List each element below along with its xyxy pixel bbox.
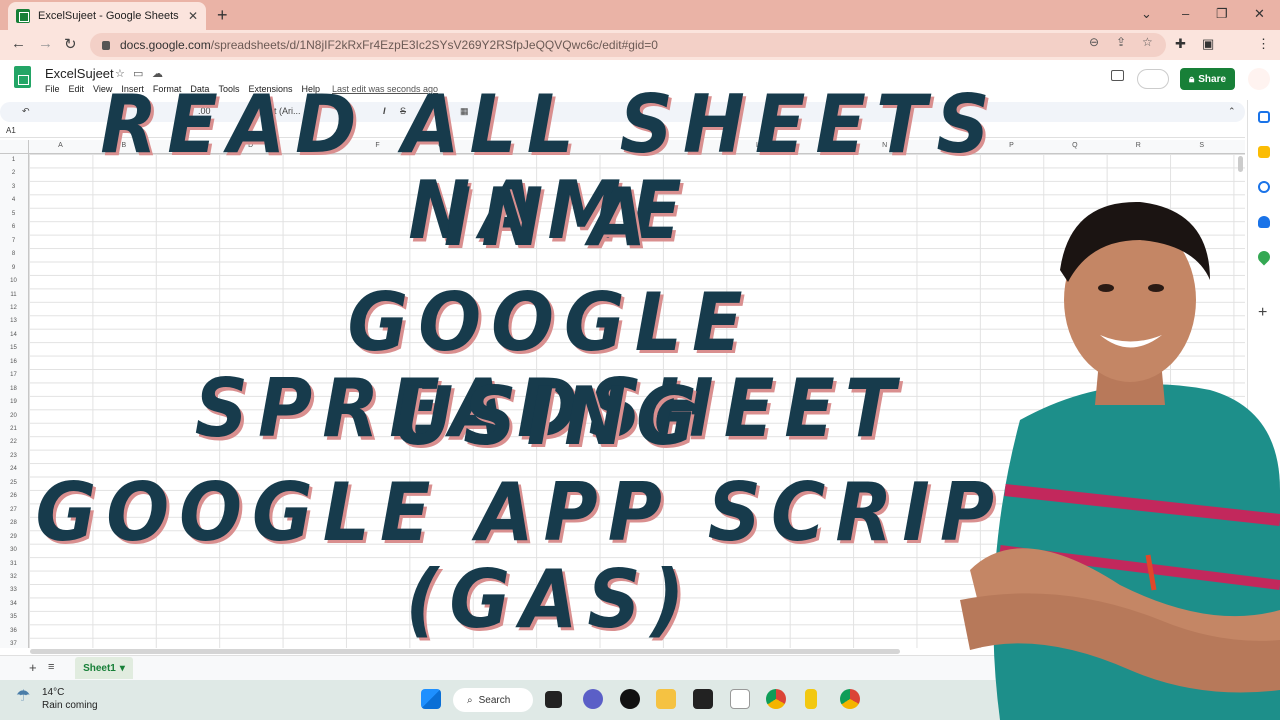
sheet-tab[interactable]: Sheet1 ▾ (75, 657, 133, 679)
all-sheets-icon[interactable]: ≡ (48, 661, 54, 673)
zoom-icon[interactable]: ⊖ (1089, 35, 1099, 49)
weather-widget[interactable]: ☂ 14°C Rain coming (16, 686, 98, 712)
address-bar[interactable]: docs.google.com/spreadsheets/d/1N8jIF2kR… (90, 33, 1166, 57)
share-button[interactable]: 🔒︎ Share (1180, 68, 1235, 90)
title-line-5: GOOGLE APP SCRIPT (35, 466, 1065, 560)
lock-icon (102, 40, 110, 50)
column-header[interactable]: R (1107, 142, 1170, 149)
forward-icon[interactable]: → (38, 35, 53, 52)
windows-start-icon[interactable] (421, 689, 441, 709)
sheets-favicon-icon (16, 9, 30, 23)
title-line-2: IN A (443, 171, 657, 265)
close-tab-icon[interactable]: ✕ (188, 9, 198, 23)
rain-cloud-icon: ☂ (16, 688, 31, 705)
side-panel-icon[interactable]: ▣ (1202, 36, 1214, 52)
tab-title: ExcelSujeet - Google Sheets (38, 10, 179, 22)
address-row: ← → ↻ docs.google.com/spreadsheets/d/1N8… (0, 30, 1280, 60)
url-path: /spreadsheets/d/1N8jIF2kRxFr4EzpE3Ic2SYs… (210, 38, 658, 52)
browser-tab[interactable]: ExcelSujeet - Google Sheets ✕ (8, 2, 206, 30)
horizontal-scrollbar[interactable] (30, 649, 900, 654)
share-label: Share (1198, 73, 1227, 85)
title-line-6: (GAS) (405, 553, 695, 647)
teams-chat-icon[interactable] (583, 689, 603, 709)
presenter-photo (960, 201, 1280, 720)
browser-tab-bar: ExcelSujeet - Google Sheets ✕ + ⌄ – ❐ ✕ (0, 0, 1280, 30)
screen: ExcelSujeet - Google Sheets ✕ + ⌄ – ❐ ✕ … (0, 0, 1280, 720)
tab-search-icon[interactable]: ⌄ (1141, 6, 1152, 22)
lock-icon: 🔒︎ (1188, 73, 1195, 85)
title-line-4: USING (393, 370, 707, 464)
account-avatar[interactable] (1248, 68, 1270, 90)
taskbar-search[interactable]: ⌕ Search (453, 688, 533, 712)
file-explorer-icon[interactable] (656, 689, 676, 709)
search-label: Search (478, 694, 511, 706)
vertical-scrollbar[interactable] (1238, 156, 1243, 172)
extensions-icon[interactable]: ✚ (1175, 36, 1186, 52)
reload-icon[interactable]: ↻ (64, 35, 77, 53)
search-icon: ⌕ (467, 694, 473, 706)
weather-forecast: Rain coming (42, 700, 98, 711)
chrome-active-icon[interactable] (840, 689, 860, 709)
close-window-icon[interactable]: ✕ (1254, 6, 1265, 22)
maximize-icon[interactable]: ❐ (1216, 6, 1228, 22)
minimize-icon[interactable]: – (1182, 6, 1189, 21)
sticky-notes-icon[interactable] (693, 689, 713, 709)
chevron-down-icon: ▾ (119, 662, 125, 674)
back-icon[interactable]: ← (11, 35, 26, 52)
code-editor-icon[interactable] (730, 689, 750, 709)
row-header[interactable]: 9 (0, 265, 27, 271)
task-view-icon[interactable] (545, 691, 562, 708)
power-bi-icon[interactable] (805, 689, 817, 709)
chrome-menu-icon[interactable]: ⋮ (1257, 36, 1270, 52)
meet-button[interactable] (1137, 69, 1169, 89)
comments-icon[interactable] (1111, 70, 1124, 81)
sheet-tab-label: Sheet1 (83, 662, 116, 674)
new-tab-icon[interactable]: + (217, 5, 228, 26)
calendar-icon[interactable] (1258, 111, 1270, 123)
temperature: 14°C (42, 687, 65, 698)
chrome-icon[interactable] (766, 689, 786, 709)
keep-icon[interactable] (1258, 146, 1270, 158)
share-page-icon[interactable]: ⇪ (1116, 35, 1126, 49)
dell-icon[interactable] (620, 689, 640, 709)
collapse-toolbar-icon[interactable]: ⌃ (1228, 106, 1236, 117)
column-header[interactable]: S (1170, 142, 1233, 149)
url-host: docs.google.com (120, 38, 211, 52)
bookmark-star-icon[interactable]: ☆ (1142, 35, 1153, 49)
add-sheet-icon[interactable]: + (29, 660, 37, 675)
